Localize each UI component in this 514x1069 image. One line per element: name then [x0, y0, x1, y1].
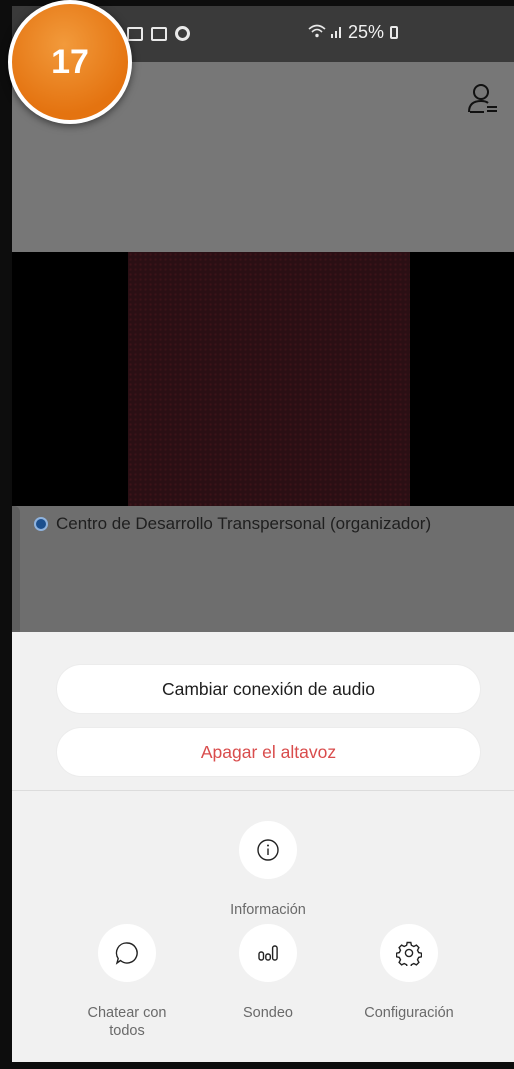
- step-number: 17: [51, 42, 89, 81]
- participants-icon[interactable]: [466, 82, 500, 116]
- battery-icon: [390, 26, 399, 39]
- participant-name: Centro de Desarrollo Transpersonal (orga…: [56, 514, 432, 533]
- settings-label: Configuración: [364, 1005, 454, 1021]
- poll-label: Sondeo: [243, 1005, 293, 1021]
- bottom-sheet: Cambiar conexión de audio Apagar el alta…: [12, 632, 514, 1062]
- info-icon: [257, 839, 279, 861]
- chat-icon: [115, 942, 138, 965]
- signal-icon: [330, 24, 344, 41]
- image-icon: [151, 26, 167, 41]
- chat-button[interactable]: [98, 924, 156, 982]
- status-icons-left: [127, 26, 190, 41]
- battery-percent: 25%: [348, 22, 385, 42]
- info-label: Información: [230, 902, 306, 918]
- info-button[interactable]: [239, 821, 297, 879]
- poll-action[interactable]: Sondeo: [198, 924, 338, 1022]
- gear-icon: [396, 941, 422, 966]
- image-icon: [127, 26, 143, 41]
- wifi-icon: [308, 22, 326, 43]
- participant-name-row: Centro de Desarrollo Transpersonal (orga…: [34, 514, 431, 534]
- turn-off-speaker-button[interactable]: Apagar el altavoz: [57, 728, 480, 776]
- chat-label: Chatear con todos: [87, 1005, 167, 1039]
- divider: [12, 790, 514, 791]
- poll-button[interactable]: [239, 924, 297, 982]
- circle-icon: [175, 26, 190, 41]
- change-audio-connection-button[interactable]: Cambiar conexión de audio: [57, 665, 480, 713]
- settings-button[interactable]: [380, 924, 438, 982]
- poll-icon: [258, 945, 278, 961]
- organizer-status-icon: [34, 517, 48, 531]
- video-feed: [128, 252, 410, 507]
- step-badge: 17: [8, 0, 132, 124]
- info-action[interactable]: Información: [198, 821, 338, 919]
- phone-frame: 25% Centro de Desarrollo Transpersonal (…: [0, 0, 514, 1069]
- screen: 25% Centro de Desarrollo Transpersonal (…: [12, 6, 514, 1062]
- status-icons-right: 25%: [308, 22, 399, 43]
- settings-action[interactable]: Configuración: [339, 924, 479, 1022]
- chat-action[interactable]: Chatear con todos: [57, 924, 197, 1040]
